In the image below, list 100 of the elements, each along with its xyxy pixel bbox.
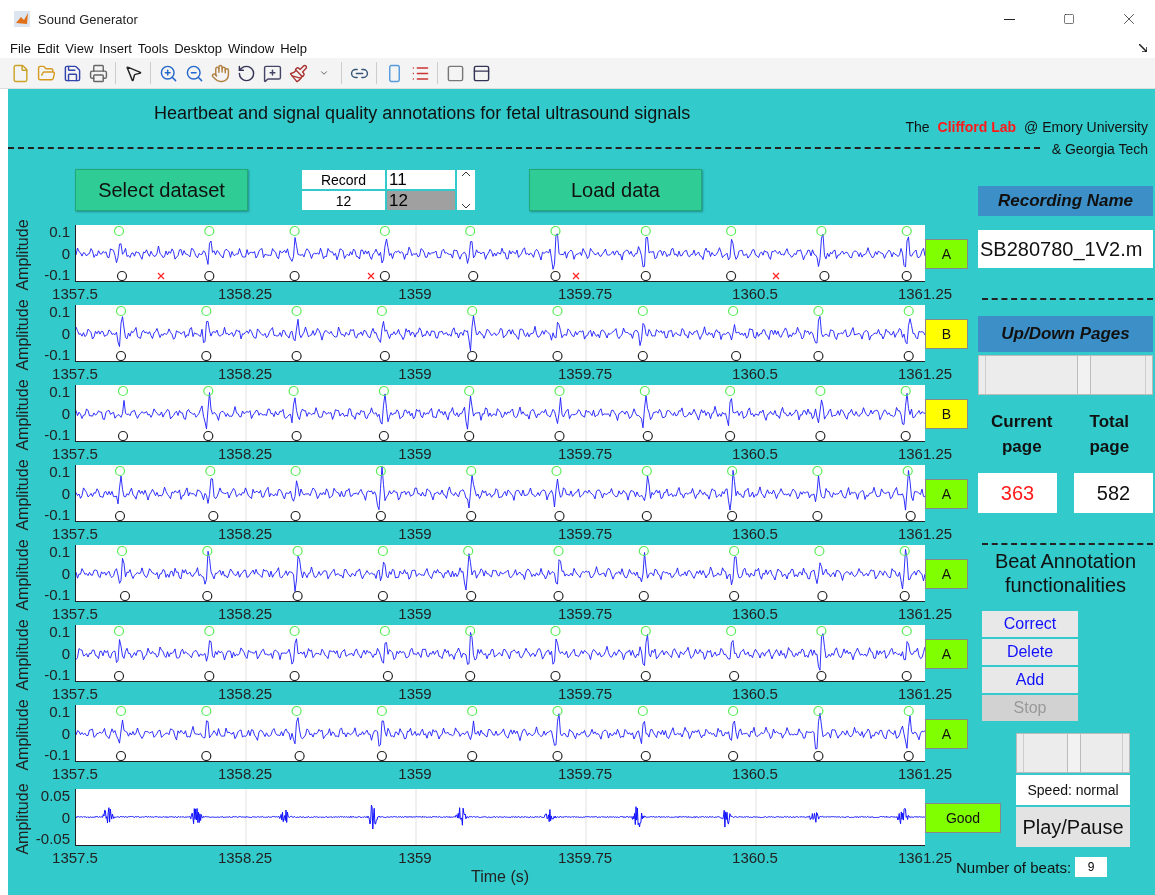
menu-item[interactable]: Help [280,40,307,56]
page-title: Heartbeat and signal quality annotations for fetal ultrasound signals [153,103,692,125]
quality-label-button[interactable]: A [925,558,968,589]
detected-beat-marker [465,225,476,237]
dock-arrow-icon[interactable] [1139,44,1147,52]
slider-thumb[interactable] [1067,734,1081,772]
tick-label: 1359.75 [556,685,614,704]
detected-beat-marker [467,705,478,717]
quality-label-button[interactable]: A [925,638,968,669]
menu-item[interactable]: Window [227,40,275,56]
current-page-field[interactable]: 363 [978,473,1057,513]
menu-item[interactable]: Desktop [174,40,222,56]
tick-label: 1360.5 [731,849,779,868]
detected-beat-marker [113,625,125,637]
quality-label-button[interactable]: A [925,718,968,749]
scroll-up-icon[interactable] [461,170,471,178]
slider[interactable] [1016,733,1130,773]
beats-count-label: Number of beats: [956,858,1072,876]
axis-label: Amplitude [14,378,32,451]
axis-label: Amplitude [14,698,32,771]
tick-label: 0.1 [49,385,70,399]
slider-thumb[interactable] [1077,356,1092,394]
tick-label: -0.1 [44,668,70,682]
recording-name-field[interactable]: SB280780_1V2.m [978,230,1153,268]
quality-label-button[interactable]: B [925,318,968,349]
menu-item[interactable]: File [10,40,31,56]
tick-label: 1359.75 [556,365,614,384]
tick-label: 1359 [397,445,433,464]
load-data-button[interactable]: Load data [529,169,702,211]
play-pause-button[interactable]: Play/Pause [1016,807,1130,847]
affiliation-text: & Georgia Tech [1051,141,1149,157]
tick-label: 1357.5 [51,445,99,464]
beats-count-field[interactable]: 9 [1075,857,1108,877]
current-page-label: Current page [990,411,1054,458]
quality-label-button[interactable]: A [925,478,968,509]
detected-beat-marker [205,465,216,477]
annotation-button[interactable]: Delete [982,639,1078,665]
detected-beat-marker [902,465,913,477]
axis-label: Amplitude [14,298,32,371]
quality-label-button[interactable]: A [925,238,968,269]
axis-label: Amplitude [14,538,32,611]
record-list-item[interactable]: 11 [387,170,455,189]
tick-label: 1358.25 [216,605,274,624]
tick-label: -0.1 [44,348,70,362]
quality-label-button[interactable]: B [925,398,968,429]
scroll-down-icon[interactable] [461,202,471,210]
menu-item[interactable]: Edit [36,40,60,56]
annotation-button[interactable]: Correct [982,611,1078,637]
tick-label: 0.1 [49,305,70,319]
record-list-item[interactable]: 12 [387,191,455,210]
detected-beat-marker [289,225,300,237]
tick-label: 0 [61,406,70,421]
tick-label: 1360.5 [731,605,779,624]
detected-beat-marker [115,705,127,717]
tick-label: 0.05 [40,789,70,803]
tick-label: 0 [61,246,70,261]
detected-beat-marker [639,385,650,397]
detected-beat-marker [554,385,565,397]
quality-label-button[interactable]: Good [925,802,1001,833]
detected-beat-marker [553,545,564,557]
detected-beat-marker [288,385,299,397]
select-dataset-button[interactable]: Select dataset [75,169,248,211]
lab-name: Clifford Lab [937,119,1017,135]
detected-beat-marker [727,465,738,477]
tick-label: 1361.25 [896,685,954,704]
detected-beat-marker [813,305,824,317]
tick-label: 1357.5 [51,849,99,868]
tick-label: 1357.5 [51,285,99,304]
menu-item[interactable]: Insert [99,40,132,56]
detected-beat-marker [640,225,651,237]
tick-label: -0.1 [44,588,70,602]
detected-beat-marker [638,545,649,557]
tick-label: 1359 [397,685,433,704]
tick-label: 1359 [397,849,433,868]
detected-beat-marker [375,465,386,477]
tick-label: -0.1 [44,748,70,762]
detected-beat-marker [903,305,914,317]
detected-beat-marker [291,705,302,717]
tick-label: 1359 [397,605,433,624]
detected-beat-marker [290,465,301,477]
tick-label: 1360.5 [731,365,779,384]
detected-beat-marker [202,545,213,557]
detected-beat-marker [725,385,736,397]
detected-beat-marker [379,625,390,637]
axis-label: Amplitude [14,458,32,531]
annotation-button[interactable]: Add [982,667,1078,693]
tick-label: 1360.5 [731,525,779,544]
detected-beat-marker [376,305,387,317]
tick-label: 0.1 [49,625,70,639]
menu-item[interactable]: View [65,40,94,56]
tick-label: 0 [61,486,70,501]
detected-beat-marker [289,625,300,637]
detected-beat-marker [201,305,212,317]
menu-item[interactable]: Tools [137,40,169,56]
tick-label: 1359.75 [556,445,614,464]
detected-beat-marker [901,625,912,637]
detected-beat-marker [728,705,739,717]
tick-label: 1359 [397,525,433,544]
slider[interactable] [978,355,1153,395]
list-scrollbar[interactable] [457,170,475,210]
